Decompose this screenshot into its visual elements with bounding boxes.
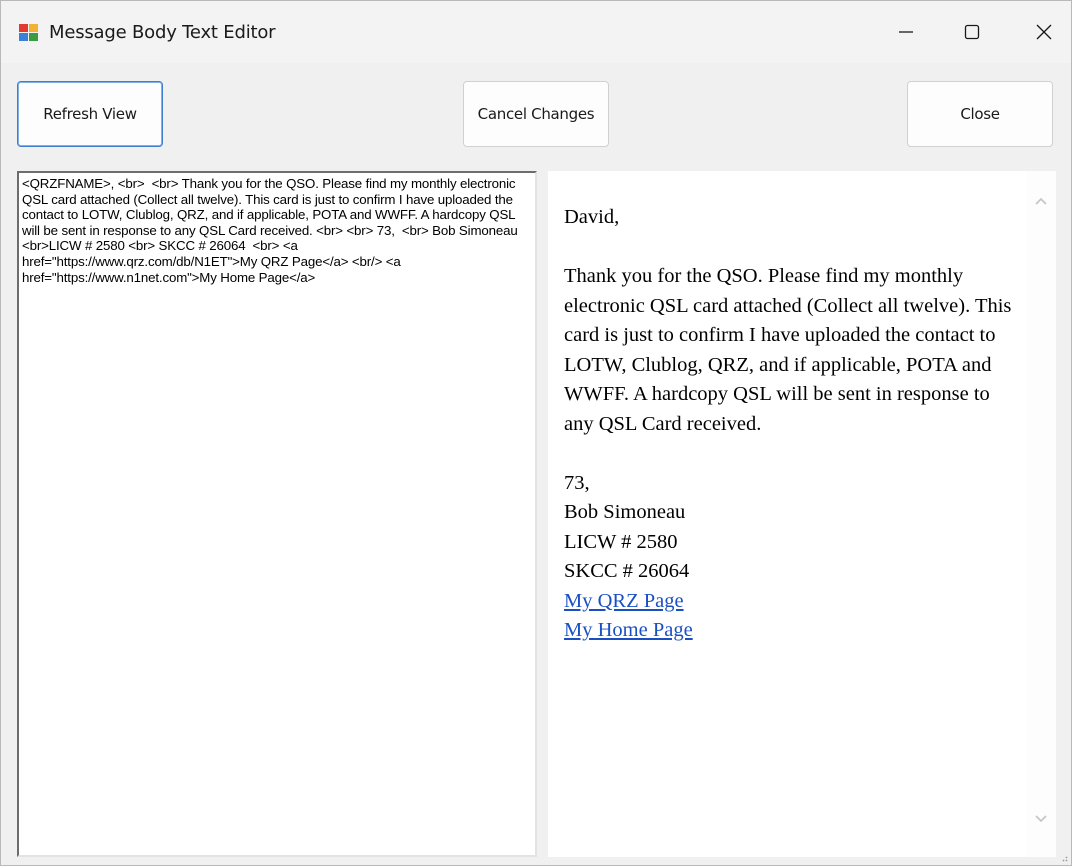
close-button[interactable]: Close <box>907 81 1053 147</box>
title-bar[interactable]: Message Body Text Editor <box>1 1 1071 63</box>
rendered-preview-pane[interactable]: David, Thank you for the QSO. Please fin… <box>548 171 1026 857</box>
preview-content: David, Thank you for the QSO. Please fin… <box>564 203 1014 646</box>
cancel-changes-button[interactable]: Cancel Changes <box>463 81 609 147</box>
resize-grip-icon[interactable] <box>1062 856 1068 862</box>
preview-signoff: 73, <box>564 471 590 494</box>
maximize-button[interactable] <box>937 1 1007 63</box>
html-source-textbox[interactable]: <QRZFNAME>, <br> <br> Thank you for the … <box>17 171 537 857</box>
minimize-button[interactable] <box>871 1 941 63</box>
preview-scrollbar[interactable] <box>1026 171 1056 857</box>
refresh-view-button[interactable]: Refresh View <box>17 81 163 147</box>
home-page-link[interactable]: My Home Page <box>564 616 1014 646</box>
scroll-up-icon[interactable] <box>1034 195 1048 209</box>
maximize-icon <box>964 24 980 40</box>
form-app-icon <box>19 24 38 41</box>
preview-skcc: SKCC # 26064 <box>564 560 690 582</box>
close-window-button[interactable] <box>1009 1 1072 63</box>
window-title: Message Body Text Editor <box>49 22 276 43</box>
preview-body: Thank you for the QSO. Please find my mo… <box>564 265 1012 435</box>
minimize-icon <box>899 31 913 33</box>
qrz-page-link[interactable]: My QRZ Page <box>564 587 1014 617</box>
close-icon <box>1036 24 1052 40</box>
preview-greeting: David, <box>564 206 620 228</box>
preview-licw: LICW # 2580 <box>564 530 678 553</box>
preview-name: Bob Simoneau <box>564 501 686 523</box>
editor-window: Message Body Text Editor Refresh View Ca… <box>0 0 1072 866</box>
scroll-down-icon[interactable] <box>1034 811 1048 825</box>
